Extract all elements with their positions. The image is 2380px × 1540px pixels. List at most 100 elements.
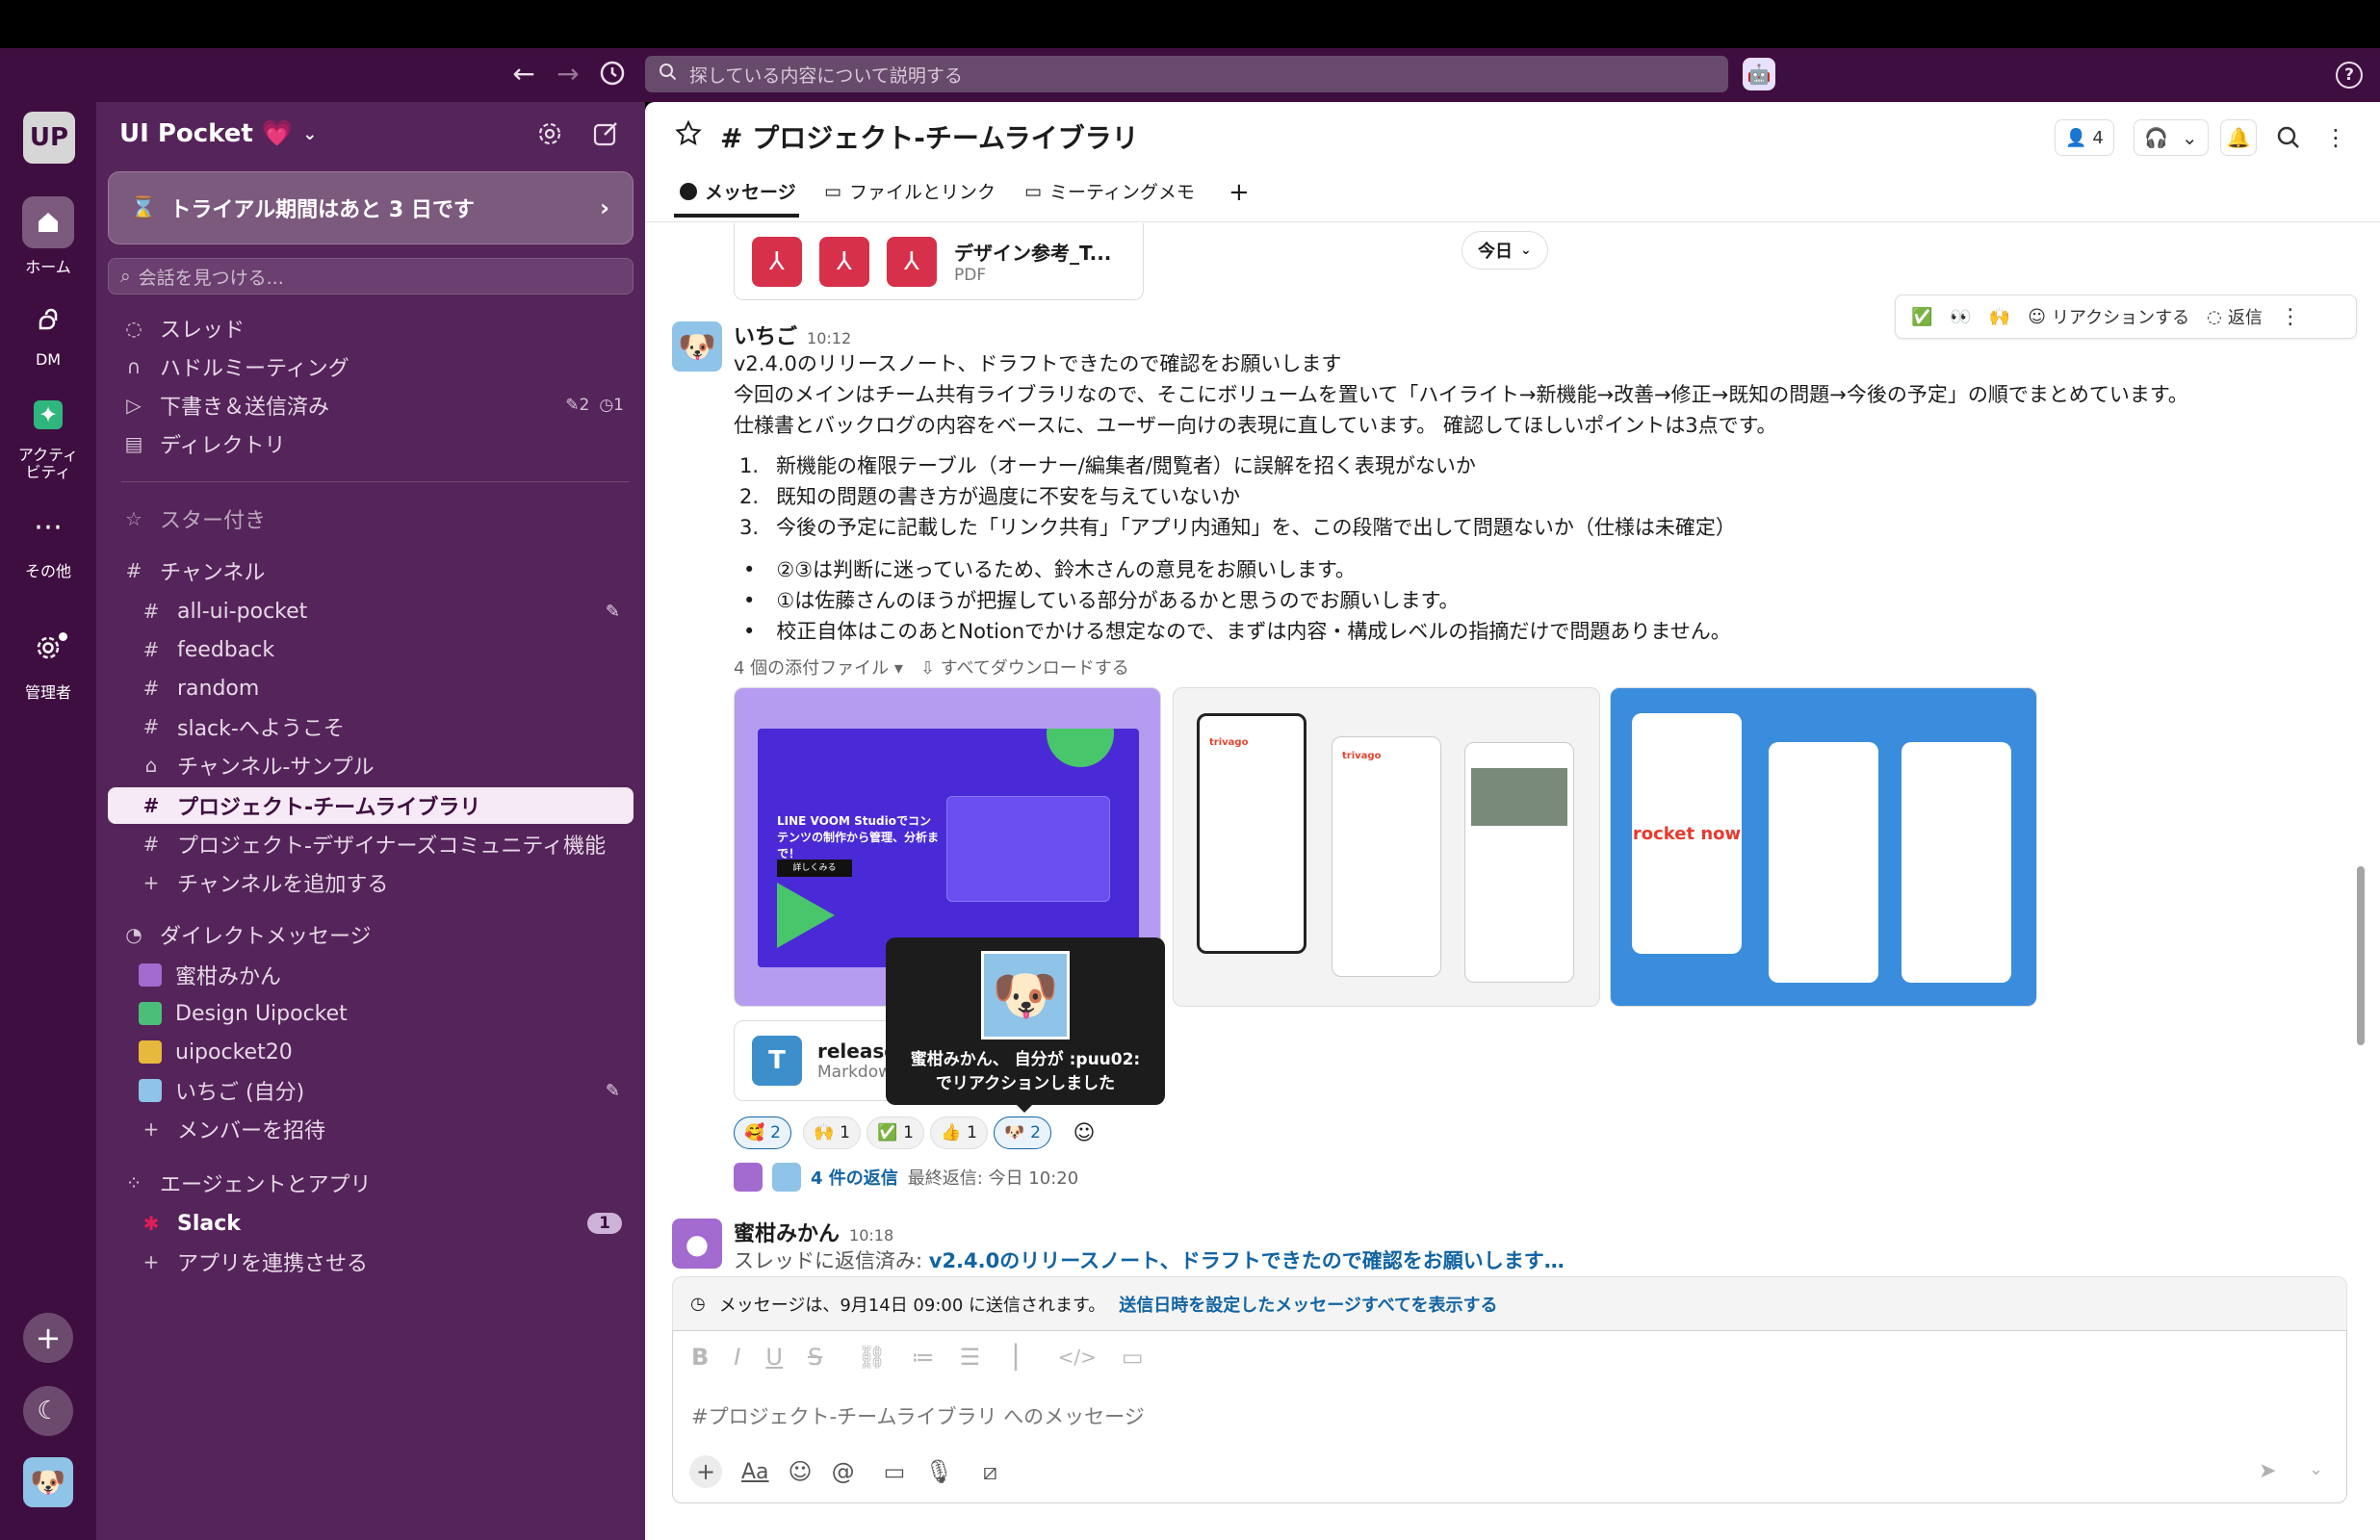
sidebar-item-drafts[interactable]: ▷ 下書き＆送信済み ✎2 ◷1 xyxy=(108,387,634,424)
send-icon[interactable]: ➤ xyxy=(2259,1459,2276,1483)
raised-hands-emoji-button[interactable]: 🙌 xyxy=(1989,307,2010,327)
history-icon[interactable] xyxy=(597,58,628,89)
sidebar-item-designers[interactable]: # プロジェクト-デザイナーズコミュニティ機能 xyxy=(108,826,634,862)
check-emoji-button[interactable]: ✅ xyxy=(1911,307,1932,327)
section-channels[interactable]: # チャンネル xyxy=(108,552,634,589)
avatar[interactable]: ● xyxy=(672,1219,722,1269)
star-icon[interactable] xyxy=(674,119,705,150)
kebab-menu-icon[interactable]: ⋮ xyxy=(2322,119,2349,156)
code-icon[interactable]: </> xyxy=(1058,1346,1097,1369)
help-icon[interactable]: ? xyxy=(2336,62,2363,89)
sidebar-dm-self[interactable]: いちご (自分) ✎ xyxy=(108,1072,634,1109)
sidebar-add-channel[interactable]: + チャンネルを追加する xyxy=(108,864,634,901)
sidebar-invite[interactable]: + メンバーを招待 xyxy=(108,1111,634,1147)
back-arrow-icon[interactable]: ← xyxy=(508,58,539,90)
mention-icon[interactable]: @ xyxy=(832,1458,855,1485)
reaction-pill[interactable]: 👍 1 xyxy=(930,1116,988,1149)
sidebar-item-huddles[interactable]: ∩ ハドルミーティング xyxy=(108,348,634,385)
download-all-link[interactable]: ⇩ すべてダウンロードする xyxy=(920,654,1129,680)
bell-icon[interactable]: 🔔 xyxy=(2220,119,2257,156)
video-icon[interactable]: ▭ xyxy=(884,1458,906,1485)
bold-icon[interactable]: B xyxy=(691,1344,709,1371)
trial-banner[interactable]: ⌛ トライアル期間はあと 3 日です › xyxy=(108,171,634,244)
find-conversation-input[interactable]: ⌕ 会話を見つける... xyxy=(108,258,634,295)
section-dms[interactable]: ◔ ダイレクトメッセージ xyxy=(108,916,634,953)
add-reaction-button[interactable]: ☺ リアクションする xyxy=(2028,304,2189,329)
search-bar[interactable]: 探している内容について説明する xyxy=(645,56,1728,92)
rail-dm[interactable]: DM xyxy=(0,293,96,369)
plus-icon[interactable]: + xyxy=(23,1313,73,1363)
channel-title[interactable]: # プロジェクト-チームライブラリ xyxy=(720,117,1139,156)
date-pill[interactable]: 今日 ⌄ xyxy=(1462,231,1548,270)
prev-file-card[interactable]: ⅄ ⅄ ⅄ デザイン参考_T... PDF xyxy=(734,223,1144,300)
bullet-list-icon[interactable]: ☰ xyxy=(960,1344,981,1371)
tab-files[interactable]: ▭ ファイルとリンク xyxy=(824,178,996,204)
sidebar-dm-design[interactable]: Design Uipocket xyxy=(108,995,634,1032)
reaction-pill[interactable]: 🐶 2 xyxy=(994,1116,1051,1149)
message-time[interactable]: 10:18 xyxy=(849,1226,893,1245)
ai-assistant-icon[interactable]: 🤖 xyxy=(1743,58,1775,90)
user-avatar[interactable]: 🐶 xyxy=(23,1457,73,1507)
sidebar-settings-icon[interactable] xyxy=(535,119,568,152)
sidebar-dm-mikan[interactable]: 蜜柑みかん xyxy=(108,957,634,993)
scrollbar-thumb[interactable] xyxy=(2357,866,2365,1045)
sidebar-item-feedback[interactable]: # feedback xyxy=(108,631,634,668)
compose-icon[interactable] xyxy=(591,119,624,152)
reply-button[interactable]: ◌ 返信 xyxy=(2207,304,2263,329)
thread-reply-link[interactable]: v2.4.0のリリースノート、ドラフトできたので確認をお願いします… xyxy=(929,1249,1565,1272)
more-actions-icon[interactable]: ⋮ xyxy=(2280,305,2301,329)
tab-messages[interactable]: メッセージ xyxy=(680,178,796,204)
avatar[interactable]: 🐶 xyxy=(672,321,722,372)
italic-icon[interactable]: I xyxy=(734,1344,740,1371)
formatting-icon[interactable]: Aa xyxy=(741,1460,769,1484)
plus-icon[interactable]: + xyxy=(689,1455,722,1488)
strikethrough-icon[interactable]: S xyxy=(808,1344,822,1371)
sidebar-item-team-library[interactable]: # プロジェクト-チームライブラリ xyxy=(108,787,634,824)
send-options-chevron-icon[interactable]: ⌄ xyxy=(2309,1459,2323,1479)
reply-count[interactable]: 4 件の返信 xyxy=(811,1165,898,1190)
sidebar-item-sample[interactable]: ⌂ チャンネル-サンプル xyxy=(108,747,634,783)
quote-icon[interactable]: ▏ xyxy=(1015,1344,1032,1371)
slash-command-icon[interactable]: ⧄ xyxy=(983,1458,997,1485)
scheduled-link[interactable]: 送信日時を設定したメッセージすべてを表示する xyxy=(1119,1292,1497,1317)
reaction-pill[interactable]: 🙌 1 xyxy=(803,1116,861,1149)
sidebar-app-slack[interactable]: ✱ Slack 1 xyxy=(108,1205,634,1242)
attachment-thumbnail-2[interactable]: trivago trivago xyxy=(1173,687,1600,1007)
link-icon[interactable]: ⛓ xyxy=(857,1344,886,1371)
moon-icon[interactable]: ☾ xyxy=(23,1386,73,1436)
add-tab-button[interactable]: + xyxy=(1229,178,1250,207)
workspace-avatar[interactable]: UP xyxy=(23,112,75,164)
emoji-icon[interactable]: ☺ xyxy=(789,1458,813,1485)
sidebar-item-directory[interactable]: ▤ ディレクトリ xyxy=(108,425,634,462)
section-starred[interactable]: ☆ スター付き xyxy=(108,500,634,537)
reaction-pill[interactable]: ✅ 1 xyxy=(867,1116,924,1149)
section-apps[interactable]: ⁘ エージェントとアプリ xyxy=(108,1165,634,1201)
workspace-menu[interactable]: UI Pocket 💗 ⌄ xyxy=(119,119,317,148)
message-author[interactable]: 蜜柑みかん xyxy=(734,1217,840,1247)
sidebar-item-threads[interactable]: ◌ スレッド xyxy=(108,310,634,346)
sidebar-item-welcome[interactable]: # slack-へようこそ xyxy=(108,708,634,745)
reaction-pill[interactable]: 🥰 2 xyxy=(734,1116,791,1149)
rail-activity[interactable]: ✦ アクティビティ xyxy=(0,389,96,481)
sidebar-item-random[interactable]: # random xyxy=(108,670,634,706)
ordered-list-icon[interactable]: ≔ xyxy=(912,1344,935,1371)
sidebar-item-all-ui-pocket[interactable]: # all-ui-pocket ✎ xyxy=(108,593,634,629)
sidebar-add-app[interactable]: + アプリを連携させる xyxy=(108,1244,634,1280)
huddle-button[interactable]: 🎧 ⌄ xyxy=(2134,119,2209,156)
rail-more[interactable]: ⋯ その他 xyxy=(0,500,96,581)
rail-home[interactable]: ホーム xyxy=(0,196,96,277)
attachment-thumbnail-3[interactable]: rocket now xyxy=(1610,687,2037,1007)
members-button[interactable]: 👤 4 xyxy=(2055,119,2114,156)
add-reaction-icon[interactable]: ☺ xyxy=(1067,1116,1101,1149)
message-author[interactable]: いちご xyxy=(734,320,797,350)
message-input[interactable]: #プロジェクト-チームライブラリ へのメッセージ xyxy=(691,1401,1145,1430)
code-block-icon[interactable]: ▭ xyxy=(1122,1344,1144,1371)
underline-icon[interactable]: U xyxy=(765,1344,783,1371)
eyes-emoji-button[interactable]: 👀 xyxy=(1950,307,1971,327)
search-icon[interactable] xyxy=(2270,119,2307,156)
forward-arrow-icon[interactable]: → xyxy=(553,58,583,90)
message-time[interactable]: 10:12 xyxy=(807,329,851,347)
thread-summary[interactable]: 4 件の返信 最終返信: 今日 10:20 xyxy=(734,1163,1078,1192)
attachments-toggle[interactable]: 4 個の添付ファイル ▾ xyxy=(734,654,903,680)
tab-meeting-notes[interactable]: ▭ ミーティングメモ xyxy=(1024,178,1195,204)
